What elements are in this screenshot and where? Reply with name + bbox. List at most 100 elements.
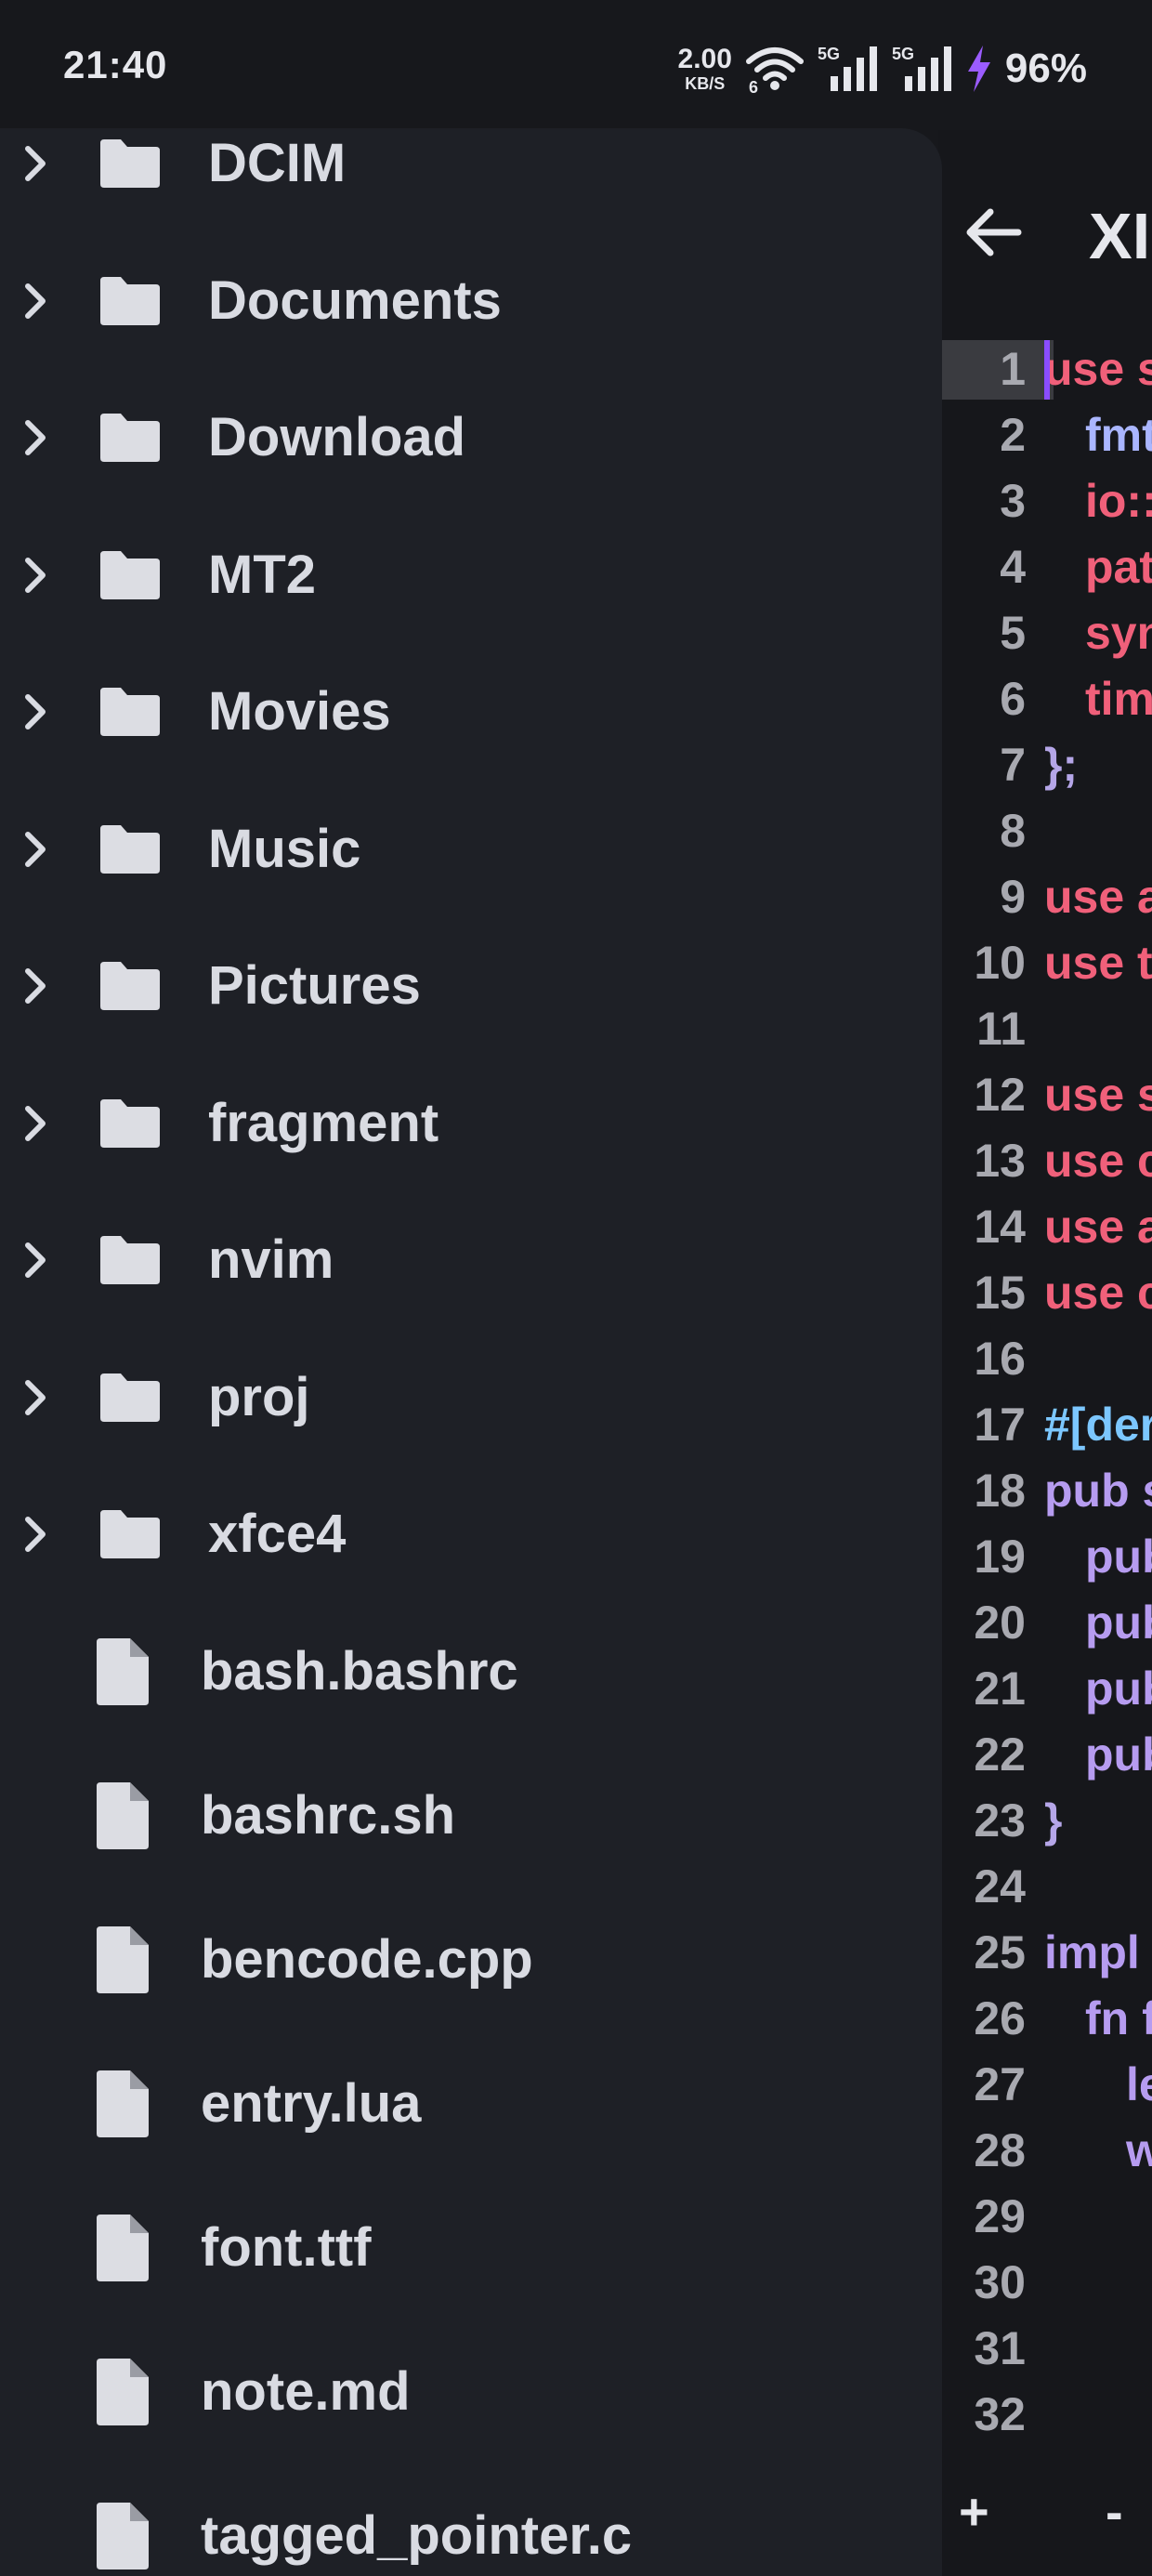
folder-item[interactable]: Download <box>0 369 942 506</box>
folder-item[interactable]: DCIM <box>0 128 942 232</box>
folder-icon <box>100 139 160 188</box>
code-text: pub <box>1085 1597 1152 1649</box>
chevron-right-icon[interactable] <box>17 273 58 329</box>
code-line[interactable]: 10 use t <box>938 928 1152 994</box>
chevron-right-icon[interactable] <box>17 1096 58 1151</box>
code-text: use a <box>1044 871 1152 923</box>
code-line[interactable]: 9 use a <box>938 862 1152 928</box>
code-line[interactable]: 13 use c <box>938 1126 1152 1192</box>
code-text: w <box>1126 2124 1152 2176</box>
code-text: le <box>1126 2058 1152 2110</box>
zoom-out-button[interactable]: - <box>1106 2481 1123 2542</box>
folder-icon <box>100 962 160 1010</box>
code-line[interactable]: 15 use c <box>938 1258 1152 1324</box>
file-item[interactable]: bencode.cpp <box>0 1891 942 2029</box>
file-icon <box>97 2502 149 2569</box>
chevron-right-icon[interactable] <box>17 958 58 1014</box>
code-line[interactable]: 6 tim <box>938 664 1152 730</box>
line-number: 18 <box>974 1465 1026 1517</box>
code-text: tim <box>1085 673 1152 725</box>
code-line[interactable]: 4 pat <box>938 532 1152 598</box>
code-editor[interactable]: XI 1 use s 2 fmt 3 io:: 4 pat 5 syn 6 tim 7}; 8 9 use a… <box>938 130 1152 2576</box>
chevron-right-icon[interactable] <box>17 136 58 191</box>
code-line[interactable]: 22 pub <box>938 1720 1152 1786</box>
zoom-in-button[interactable]: + <box>959 2481 989 2542</box>
code-line[interactable]: 14 use a <box>938 1192 1152 1258</box>
file-item[interactable]: entry.lua <box>0 2035 942 2173</box>
signal-5g-icon: 5G <box>892 45 951 91</box>
code-line[interactable]: 17 #[der <box>938 1390 1152 1456</box>
folder-item[interactable]: Documents <box>0 232 942 370</box>
charging-bolt-icon <box>967 46 990 92</box>
code-line[interactable]: 19 pub <box>938 1522 1152 1588</box>
folder-item[interactable]: MT2 <box>0 506 942 644</box>
line-number: 1 <box>1000 343 1026 395</box>
folder-item[interactable]: Music <box>0 781 942 918</box>
code-line[interactable]: 30 <box>938 2248 1152 2314</box>
code-line[interactable]: 21 pub <box>938 1654 1152 1720</box>
line-number: 29 <box>974 2190 1026 2242</box>
folder-icon <box>100 824 160 874</box>
code-line[interactable]: 12 use s <box>938 1060 1152 1126</box>
folder-item[interactable]: proj <box>0 1329 942 1466</box>
file-item[interactable]: bashrc.sh <box>0 1747 942 1885</box>
line-number: 25 <box>974 1926 1026 1978</box>
folder-item[interactable]: xfce4 <box>0 1465 942 1603</box>
line-number: 5 <box>1000 607 1026 659</box>
line-number: 22 <box>974 1728 1026 1781</box>
code-line[interactable]: 23} <box>938 1786 1152 1852</box>
chevron-right-icon[interactable] <box>17 410 58 466</box>
folder-name: Music <box>208 818 361 879</box>
code-line[interactable]: 25 impl f <box>938 1918 1152 1984</box>
line-number: 16 <box>974 1333 1026 1385</box>
status-time: 21:40 <box>63 43 168 86</box>
chevron-right-icon[interactable] <box>17 1370 58 1426</box>
code-text: use s <box>1044 1069 1152 1121</box>
file-name: note.md <box>201 2360 411 2422</box>
code-line[interactable]: 8 <box>938 796 1152 862</box>
line-number: 15 <box>974 1267 1026 1319</box>
code-line[interactable]: 20 pub <box>938 1588 1152 1654</box>
back-arrow-icon[interactable] <box>957 195 1031 269</box>
code-line[interactable]: 32 <box>938 2380 1152 2446</box>
code-line[interactable]: 16 <box>938 1324 1152 1390</box>
file-item[interactable]: bash.bashrc <box>0 1603 942 1741</box>
chevron-right-icon[interactable] <box>17 1232 58 1288</box>
code-line[interactable]: 11 <box>938 994 1152 1060</box>
folder-name: fragment <box>208 1092 439 1153</box>
file-name: font.ttf <box>201 2216 372 2278</box>
chevron-right-icon[interactable] <box>17 547 58 603</box>
line-number: 27 <box>974 2058 1026 2110</box>
code-text: use t <box>1044 937 1152 989</box>
folder-item[interactable]: nvim <box>0 1191 942 1329</box>
code-text: use s <box>1044 343 1152 395</box>
chevron-right-icon[interactable] <box>17 821 58 877</box>
file-icon <box>97 1637 149 1705</box>
file-item[interactable]: font.ttf <box>0 2179 942 2317</box>
folder-item[interactable]: Movies <box>0 643 942 781</box>
code-line[interactable]: 27 le <box>938 2050 1152 2116</box>
folder-icon <box>100 1510 160 1558</box>
code-line[interactable]: 18 pub s <box>938 1456 1152 1522</box>
signal-5g-icon: 5G <box>818 45 877 91</box>
folder-item[interactable]: fragment <box>0 1055 942 1192</box>
code-line[interactable]: 29 <box>938 2182 1152 2248</box>
file-item[interactable]: note.md <box>0 2323 942 2461</box>
code-line[interactable]: 7}; <box>938 730 1152 796</box>
code-line[interactable]: 5 syn <box>938 598 1152 664</box>
chevron-right-icon[interactable] <box>17 1506 58 1562</box>
code-line[interactable]: 2 fmt <box>938 401 1152 467</box>
code-line[interactable]: 26 fn f <box>938 1984 1152 2050</box>
code-line[interactable]: 24 <box>938 1852 1152 1918</box>
chevron-right-icon[interactable] <box>17 684 58 740</box>
code-line[interactable]: 28 w <box>938 2116 1152 2182</box>
folder-item[interactable]: Pictures <box>0 917 942 1055</box>
code-text: impl f <box>1044 1926 1152 1978</box>
folder-icon <box>100 414 160 462</box>
line-number: 7 <box>1000 739 1026 791</box>
file-item[interactable]: tagged_pointer.c <box>0 2467 942 2576</box>
signal2-label: 5G <box>892 45 914 63</box>
code-line[interactable]: 3 io:: <box>938 467 1152 532</box>
code-line[interactable]: 31 <box>938 2314 1152 2380</box>
folder-icon <box>100 1373 160 1422</box>
